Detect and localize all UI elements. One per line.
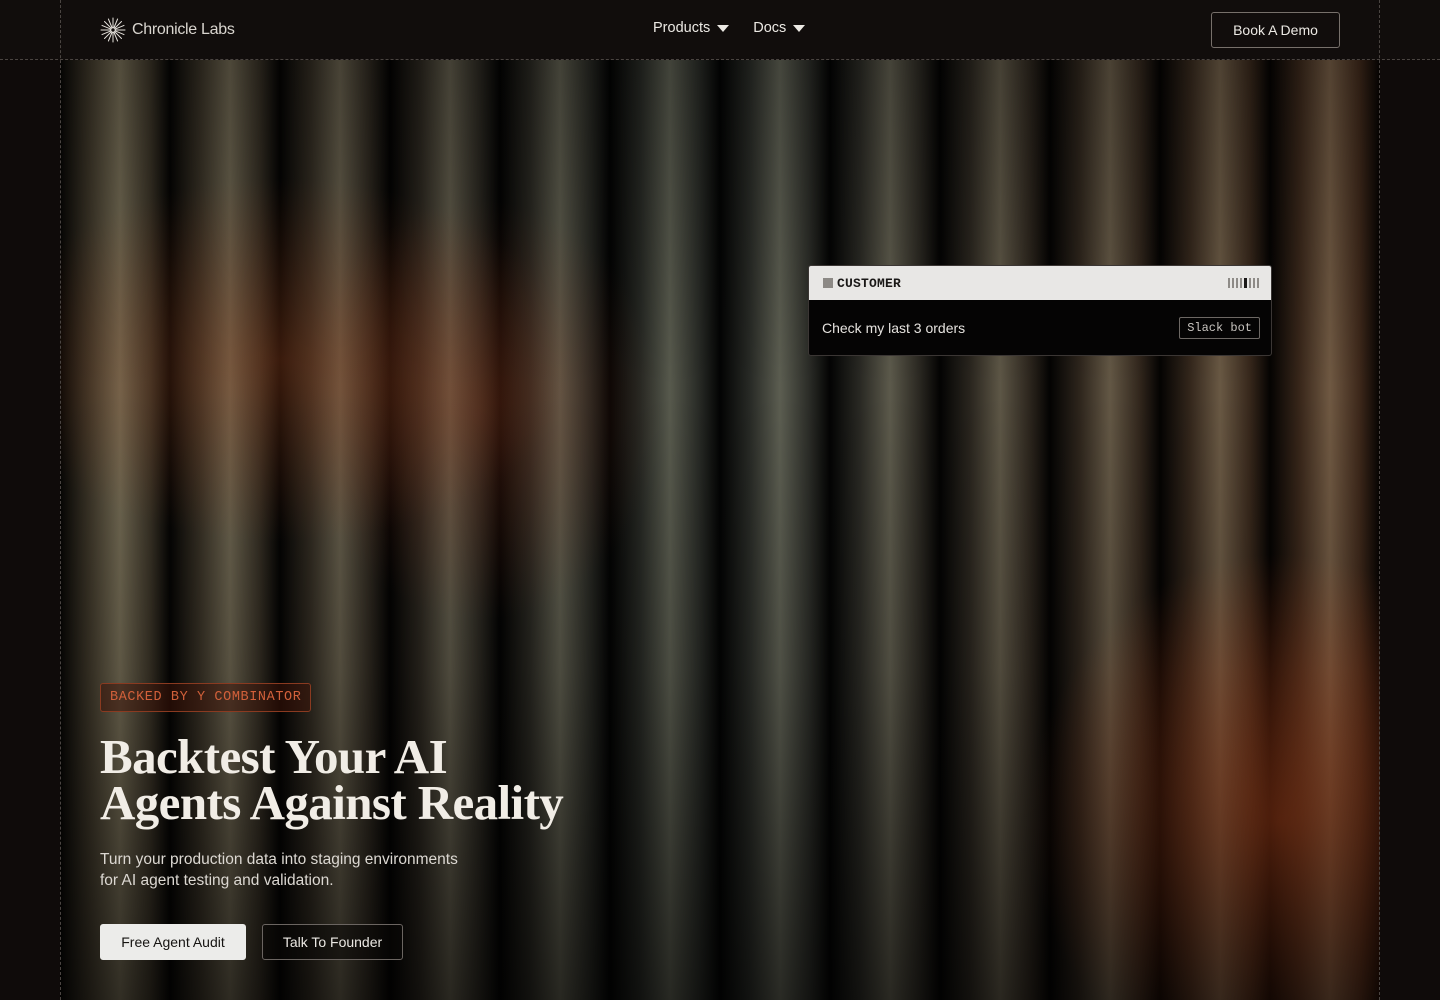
card-body: Check my last 3 orders Slack bot — [809, 300, 1271, 355]
customer-message-card: CUSTOMER Check my last 3 orders Slack bo… — [808, 265, 1272, 356]
starburst-icon — [100, 17, 126, 43]
frame-guide-left — [60, 0, 61, 1000]
nav-label-products: Products — [653, 20, 711, 36]
card-header: CUSTOMER — [809, 266, 1271, 300]
free-agent-audit-button[interactable]: Free Agent Audit — [100, 924, 246, 960]
book-demo-button[interactable]: Book A Demo — [1211, 12, 1340, 48]
card-message: Check my last 3 orders — [822, 320, 966, 336]
hero-subtitle: Turn your production data into staging e… — [100, 849, 520, 891]
talk-to-founder-button[interactable]: Talk To Founder — [262, 924, 403, 960]
nav-item-products[interactable]: Products — [653, 20, 730, 36]
card-label: CUSTOMER — [837, 275, 902, 291]
headline-line-2: Agents Against Reality — [100, 775, 564, 830]
signal-bars-icon — [1228, 278, 1259, 288]
frame-guide-right — [1379, 0, 1380, 1000]
channel-tag: Slack bot — [1179, 317, 1260, 339]
caret-down-icon — [793, 25, 806, 32]
caret-down-icon — [717, 25, 730, 32]
logo-link[interactable]: Chronicle Labs — [100, 17, 235, 43]
subtitle-line-2: for AI agent testing and validation. — [100, 872, 334, 889]
headline-line-1: Backtest Your AI — [100, 729, 448, 784]
nav-label-docs: Docs — [753, 20, 787, 36]
logo-text: Chronicle Labs — [132, 21, 235, 38]
yc-badge: BACKED BY Y COMBINATOR — [100, 683, 312, 712]
hero-section: CUSTOMER Check my last 3 orders Slack bo… — [60, 60, 1380, 1000]
square-icon — [823, 278, 833, 288]
subtitle-line-1: Turn your production data into staging e… — [100, 851, 458, 868]
site-header: Chronicle Labs Products Docs Book A Demo — [0, 0, 1440, 59]
hero-headline: Backtest Your AI Agents Against Reality — [100, 729, 740, 830]
header-divider — [0, 59, 1440, 60]
nav-item-docs[interactable]: Docs — [753, 20, 806, 36]
main-nav: Products Docs — [653, 20, 806, 36]
